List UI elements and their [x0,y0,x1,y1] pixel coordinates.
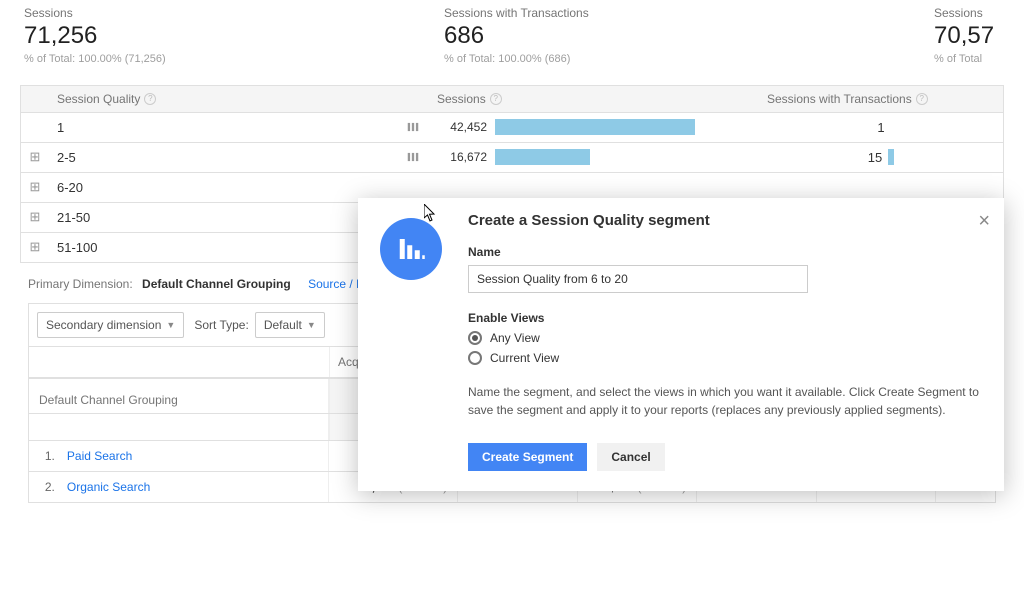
sq-row[interactable]: 1 42,452 1 [21,113,1003,143]
column-channel[interactable]: Default Channel Grouping [29,379,329,413]
radio-any-view[interactable]: Any View [468,331,982,345]
help-icon[interactable]: ? [916,93,928,105]
sq-bucket-label: 21-50 [57,210,90,225]
views-label: Enable Views [468,311,982,325]
help-icon[interactable]: ? [490,93,502,105]
header-sessions: Sessions? [437,92,502,106]
sq-trans-value: 1 [877,120,884,135]
pd-active[interactable]: Default Channel Grouping [142,277,291,291]
scorecard-sub: % of Total [934,53,1000,65]
row-index: 2. [29,472,59,502]
expand-icon[interactable]: ⊞ [21,239,49,255]
create-segment-icon[interactable] [405,119,421,135]
scorecard-label: Sessions with Transactions [444,6,926,20]
radio-icon [468,331,482,345]
row-index: 1. [29,441,59,471]
header-transactions: Sessions with Transactions? [767,92,928,106]
scorecard-sub: % of Total: 100.00% (71,256) [24,53,436,65]
sort-type-label: Sort Type: [194,318,248,332]
sq-bucket-label: 1 [57,120,64,135]
name-label: Name [468,245,982,259]
scorecard-label: Sessions [24,6,436,20]
dialog-help-text: Name the segment, and select the views i… [468,383,982,419]
dialog-title: Create a Session Quality segment [468,212,982,229]
create-segment-button[interactable]: Create Segment [468,443,587,471]
segment-name-input[interactable] [468,265,808,293]
segment-bar-icon [380,218,442,280]
channel-link[interactable]: Paid Search [59,441,328,471]
help-icon[interactable]: ? [144,93,156,105]
header-session-quality: Session Quality? [57,92,156,106]
expand-icon[interactable]: ⊞ [21,149,49,165]
sq-sessions-value: 42,452 [437,120,487,134]
radio-icon [468,351,482,365]
caret-icon: ▼ [307,320,316,330]
close-icon[interactable]: × [978,210,990,233]
create-segment-dialog: × Create a Session Quality segment Name … [358,198,1004,491]
create-segment-icon[interactable] [405,149,421,165]
sq-trans-value: 15 [868,150,882,165]
sq-bucket-label: 6-20 [57,180,83,195]
scorecard-label: Sessions [934,6,1000,20]
sq-sessions-bar [495,149,590,165]
caret-icon: ▼ [166,320,175,330]
cancel-button[interactable]: Cancel [597,443,664,471]
scorecard-sessions: Sessions 71,256 % of Total: 100.00% (71,… [20,0,440,75]
expand-icon[interactable]: ⊞ [21,179,49,195]
scorecard-transactions: Sessions with Transactions 686 % of Tota… [440,0,930,75]
scorecard-value: 686 [444,22,926,51]
sq-bucket-label: 2-5 [57,150,76,165]
radio-current-view[interactable]: Current View [468,351,982,365]
sq-row[interactable]: ⊞ 2-5 16,672 15 [21,143,1003,173]
scorecard-value: 71,256 [24,22,436,51]
channel-link[interactable]: Organic Search [59,472,328,502]
sq-sessions-bar [495,119,695,135]
expand-icon[interactable]: ⊞ [21,209,49,225]
secondary-dimension-button[interactable]: Secondary dimension▼ [37,312,184,338]
sq-bucket-label: 51-100 [57,240,97,255]
pd-label: Primary Dimension: [28,277,133,291]
scorecard-cut: Sessions 70,57 % of Total [930,0,1004,75]
sq-sessions-value: 16,672 [437,150,487,164]
sq-trans-bar [888,149,894,165]
scorecard-value: 70,57 [934,22,1000,51]
scorecard-sub: % of Total: 100.00% (686) [444,53,926,65]
sort-type-button[interactable]: Default▼ [255,312,325,338]
